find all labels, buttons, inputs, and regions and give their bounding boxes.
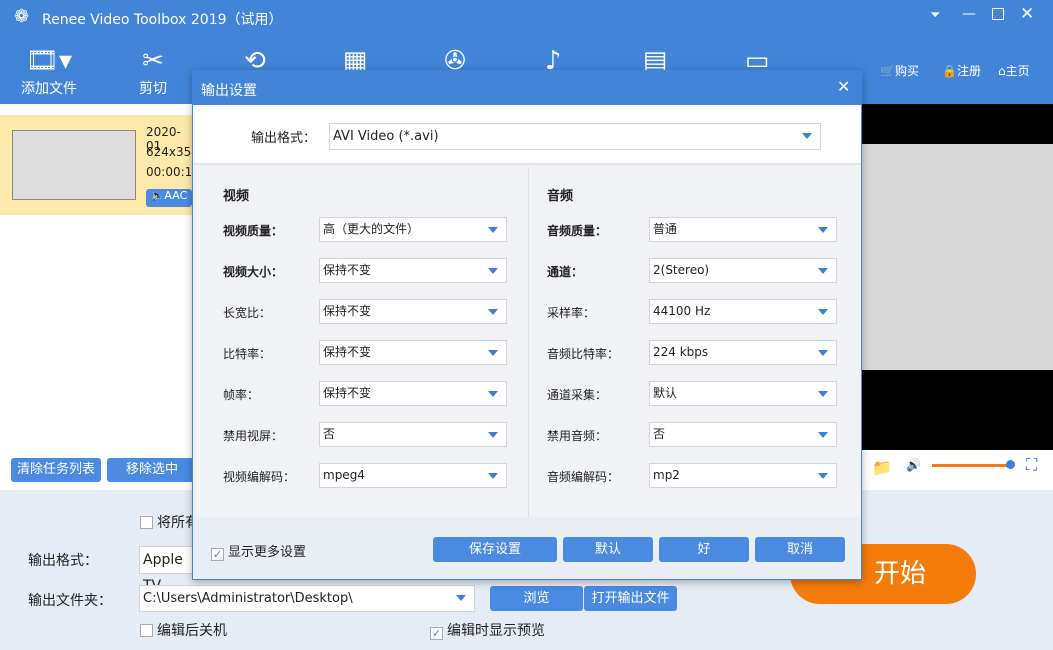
video-setting-label: 比特率：	[223, 347, 272, 361]
dialog-output-format-select[interactable]: AVI Video (*.avi)	[329, 123, 821, 150]
home-link[interactable]: ⌂主页	[998, 62, 1030, 79]
column-divider	[528, 167, 529, 517]
home-icon: ⌂	[998, 64, 1006, 78]
audio-setting-select[interactable]: 普通	[649, 217, 837, 242]
audio-setting-select[interactable]: 默认	[649, 381, 837, 406]
video-setting-label: 视频大小：	[223, 265, 284, 279]
chevron-down-icon	[818, 432, 828, 438]
output-folder-select[interactable]: C:\Users\Administrator\Desktop\	[139, 585, 475, 612]
clear-task-list-button[interactable]: 清除任务列表	[11, 458, 101, 482]
browse-button[interactable]: 浏览	[490, 586, 583, 611]
shutdown-checkbox[interactable]: 编辑后关机	[140, 620, 227, 640]
audio-setting-select[interactable]: 2(Stereo)	[649, 258, 837, 283]
minimize-button[interactable]: —	[962, 6, 976, 22]
add-file-button[interactable]: 🎞▾ 添加文件	[14, 44, 84, 98]
audio-heading: 音频	[547, 189, 574, 204]
app-title: Renee Video Toolbox 2019（试用）	[42, 12, 283, 28]
audio-setting-select[interactable]: mp2	[649, 463, 837, 488]
video-setting-select[interactable]: 保持不变	[319, 299, 507, 324]
video-setting-label: 长宽比：	[223, 306, 272, 320]
output-format-select[interactable]: Apple TV	[139, 546, 199, 594]
video-preview	[862, 104, 1053, 450]
cancel-button[interactable]: 取消	[755, 537, 845, 562]
default-button[interactable]: 默认	[563, 537, 653, 562]
video-setting-label: 帧率：	[223, 388, 260, 402]
chevron-down-icon	[488, 268, 498, 274]
chevron-down-icon	[818, 473, 828, 479]
video-setting-select[interactable]: 否	[319, 422, 507, 447]
chevron-down-icon	[488, 473, 498, 479]
save-settings-button[interactable]: 保存设置	[433, 537, 557, 562]
chevron-down-icon	[818, 309, 828, 315]
maximize-button[interactable]	[992, 8, 1004, 20]
audio-setting-select[interactable]: 否	[649, 422, 837, 447]
audio-setting-select[interactable]: 44100 Hz	[649, 299, 837, 324]
show-more-settings-checkbox[interactable]: ✓ 显示更多设置	[211, 541, 306, 561]
video-setting-label: 禁用视屏：	[223, 429, 284, 443]
fullscreen-icon[interactable]: ⛶	[1026, 455, 1037, 475]
buy-link[interactable]: 🛒购买	[880, 62, 919, 79]
lock-icon: 🔒	[942, 64, 957, 78]
audio-setting-label: 通道：	[547, 265, 584, 279]
chevron-down-icon	[488, 432, 498, 438]
title-bar: ❁ Renee Video Toolbox 2019（试用） ⏷ — ✕	[0, 0, 1053, 36]
close-button[interactable]: ✕	[1020, 4, 1034, 24]
video-setting-label: 视频质量：	[223, 224, 284, 238]
volume-icon[interactable]: 🔊	[906, 458, 921, 472]
app-logo-icon: ❁	[14, 6, 30, 27]
show-preview-checkbox[interactable]: ✓ 编辑时显示预览	[430, 620, 545, 640]
audio-setting-label: 采样率：	[547, 306, 596, 320]
dialog-close-button[interactable]: ✕	[837, 77, 850, 96]
audio-setting-label: 音频比特率：	[547, 347, 620, 361]
video-thumbnail	[12, 130, 136, 200]
merge-checkbox[interactable]: 将所有	[140, 512, 199, 532]
open-output-button[interactable]: 打开输出文件	[584, 586, 677, 611]
chevron-down-icon	[818, 227, 828, 233]
chevron-down-icon	[488, 227, 498, 233]
video-setting-label: 视频编解码：	[223, 470, 296, 484]
add-file-icon: 🎞▾	[25, 46, 73, 76]
audio-setting-label: 音频编解码：	[547, 470, 620, 484]
audio-setting-label: 禁用音频：	[547, 429, 608, 443]
video-setting-select[interactable]: 高（更大的文件）	[319, 217, 507, 242]
dialog-title-bar: 输出设置 ✕	[193, 71, 861, 105]
audio-setting-select[interactable]: 224 kbps	[649, 340, 837, 365]
video-setting-select[interactable]: 保持不变	[319, 381, 507, 406]
register-link[interactable]: 🔒注册	[942, 62, 981, 79]
scissors-icon: ✂	[142, 46, 164, 76]
file-list-item[interactable]: 2020-01 624x354 00:00:1 🔈AAC	[0, 115, 199, 215]
video-setting-select[interactable]: 保持不变	[319, 258, 507, 283]
video-setting-select[interactable]: 保持不变	[319, 340, 507, 365]
volume-slider-handle[interactable]	[1006, 460, 1015, 469]
chevron-down-icon	[818, 391, 828, 397]
video-setting-select[interactable]: mpeg4	[319, 463, 507, 488]
folder-icon[interactable]: 📁	[872, 458, 892, 477]
audio-setting-label: 通道采集：	[547, 388, 608, 402]
cart-icon: 🛒	[880, 64, 895, 78]
chevron-down-icon	[488, 350, 498, 356]
cut-button[interactable]: ✂ 剪切	[118, 44, 188, 98]
output-settings-dialog: 输出设置 ✕ 输出格式： AVI Video (*.avi) 视频 音频 ✓ 显示…	[192, 70, 862, 580]
audio-track-button[interactable]: 🔈AAC	[146, 189, 192, 207]
video-heading: 视频	[223, 189, 250, 204]
audio-setting-label: 音频质量：	[547, 224, 608, 238]
chevron-down-icon	[818, 350, 828, 356]
menu-dropdown-icon[interactable]: ⏷	[930, 8, 940, 23]
chevron-down-icon	[488, 391, 498, 397]
volume-slider[interactable]	[932, 464, 1010, 467]
chevron-down-icon	[818, 268, 828, 274]
chevron-down-icon	[488, 309, 498, 315]
ok-button[interactable]: 好	[659, 537, 749, 562]
remove-selected-button[interactable]: 移除选中	[107, 458, 197, 482]
